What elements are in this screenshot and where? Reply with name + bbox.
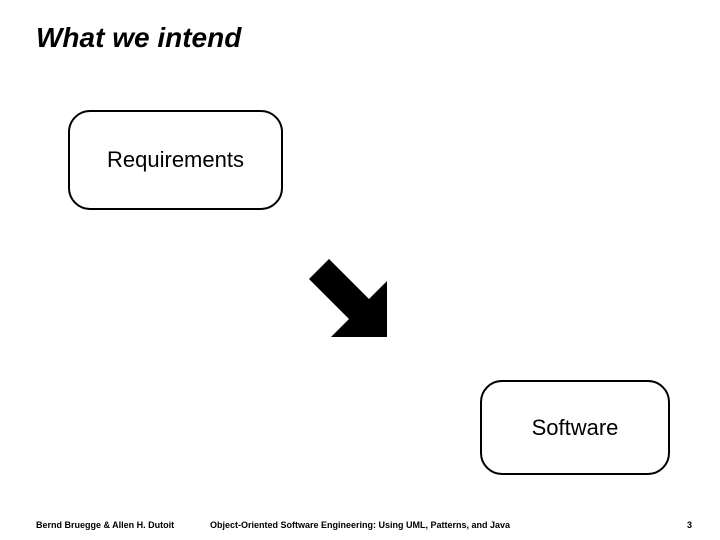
- footer-page-number: 3: [687, 520, 692, 530]
- footer-book-title: Object-Oriented Software Engineering: Us…: [0, 520, 720, 530]
- requirements-box: Requirements: [68, 110, 283, 210]
- requirements-label: Requirements: [107, 147, 244, 173]
- slide-title: What we intend: [36, 22, 241, 54]
- arrow-down-right-icon: [290, 240, 410, 360]
- software-label: Software: [532, 415, 619, 441]
- slide: What we intend Requirements Software Ber…: [0, 0, 720, 540]
- software-box: Software: [480, 380, 670, 475]
